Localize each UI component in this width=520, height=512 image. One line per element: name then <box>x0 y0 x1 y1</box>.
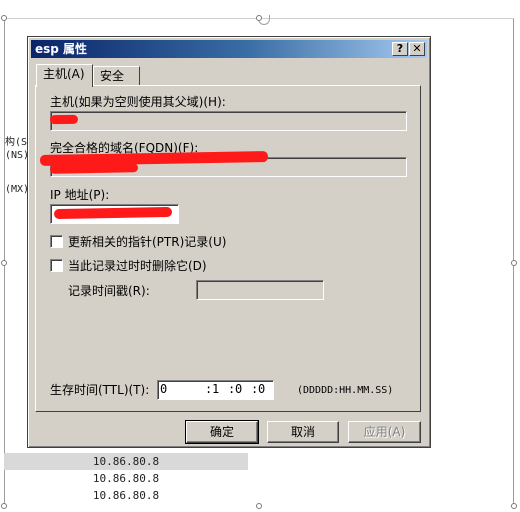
host-field[interactable] <box>50 111 407 131</box>
background-label: 构(S <box>5 137 28 148</box>
delete-stale-checkbox[interactable] <box>50 259 63 272</box>
resize-handle-bottom[interactable] <box>256 503 262 509</box>
background-label: (NS) <box>5 150 30 161</box>
timestamp-label: 记录时间戳(R): <box>68 284 150 298</box>
ok-button[interactable]: 确定 <box>185 420 259 444</box>
ttl-minutes[interactable]: 0 <box>235 381 242 397</box>
table-row: 10.86.80.8 <box>92 472 160 485</box>
timestamp-field <box>196 280 324 300</box>
ttl-days[interactable]: 0 <box>160 381 167 397</box>
ttl-label: 生存时间(TTL)(T): <box>50 383 150 397</box>
ttl-format-hint: (DDDDD:HH.MM.SS) <box>297 385 394 396</box>
host-label: 主机(如果为空则使用其父域)(H): <box>50 95 226 109</box>
resize-handle-top-left[interactable] <box>1 15 7 21</box>
ptr-checkbox-row[interactable]: 更新相关的指针(PTR)记录(U) <box>50 235 250 249</box>
tab-security[interactable]: 安全 <box>93 66 140 85</box>
delete-stale-checkbox-label[interactable]: 当此记录过时时删除它(D) <box>68 259 207 273</box>
redaction-mark <box>53 206 173 220</box>
close-button[interactable]: ✕ <box>409 42 425 56</box>
redaction-mark <box>49 114 79 125</box>
delete-stale-checkbox-row[interactable]: 当此记录过时时删除它(D) <box>50 259 250 273</box>
resize-handle-bottom-right[interactable] <box>511 503 517 509</box>
ptr-checkbox-label[interactable]: 更新相关的指针(PTR)记录(U) <box>68 235 226 249</box>
cancel-button[interactable]: 取消 <box>267 421 339 443</box>
resize-handle-top[interactable] <box>256 15 262 21</box>
resize-handle-right[interactable] <box>511 260 517 266</box>
title-bar[interactable]: esp 属性 ? ✕ <box>31 40 427 58</box>
background-label: (MX) <box>5 184 30 195</box>
table-row: 10.86.80.8 <box>4 453 248 470</box>
ip-label: IP 地址(P): <box>50 188 110 202</box>
properties-dialog: esp 属性 ? ✕ 主机(A) 安全 主机(如果为空则使用其父域)(H): 完… <box>27 36 431 448</box>
apply-button[interactable]: 应用(A) <box>348 421 421 443</box>
tab-host[interactable]: 主机(A) <box>36 64 93 87</box>
dialog-title: esp 属性 <box>35 42 88 56</box>
table-row: 10.86.80.8 <box>92 489 160 502</box>
ttl-hours[interactable]: 1 <box>212 381 219 397</box>
help-button[interactable]: ? <box>392 42 408 56</box>
ttl-field[interactable]: 0 : 1 : 0 : 0 <box>157 380 274 400</box>
ttl-seconds[interactable]: 0 <box>258 381 265 397</box>
redaction-mark <box>49 163 139 174</box>
ptr-checkbox[interactable] <box>50 235 63 248</box>
resize-handle-left[interactable] <box>1 260 7 266</box>
